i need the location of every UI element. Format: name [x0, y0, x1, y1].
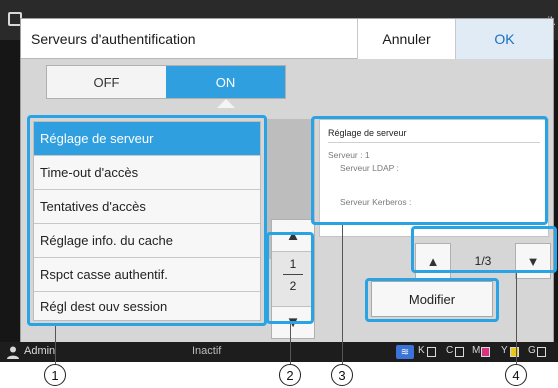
toner-level-y: [510, 347, 519, 357]
dialog-title: Serveurs d'authentification: [31, 31, 196, 47]
status-user: Admin: [24, 345, 56, 357]
toner-level-k: [427, 347, 436, 357]
callout-4: 4: [505, 364, 527, 386]
leader-line-2: [290, 324, 291, 364]
cancel-button[interactable]: Annuler: [357, 19, 455, 59]
ok-button[interactable]: OK: [455, 19, 553, 59]
toner-label-g: G: [528, 345, 536, 356]
leader-line-3: [342, 225, 343, 364]
on-off-toggle: OFF ON: [46, 65, 286, 99]
highlight-info-panel: [311, 116, 548, 225]
user-icon: [7, 346, 19, 359]
toner-label-y: Y: [501, 345, 508, 356]
leader-line-4: [516, 273, 517, 364]
status-bar: Admin Inactif ≋ K C M Y G: [0, 342, 558, 362]
callout-2: 2: [279, 364, 301, 386]
status-state: Inactif: [192, 345, 222, 357]
wifi-icon: ≋: [396, 345, 414, 359]
highlight-modifier-button: [365, 278, 499, 322]
toner-label-m: M: [472, 345, 481, 356]
callout-3: 3: [331, 364, 353, 386]
highlight-list-scroll: [266, 232, 314, 324]
toner-level-m: [481, 347, 490, 357]
callout-1: 1: [44, 364, 66, 386]
leader-line-1: [55, 326, 56, 364]
toggle-off-button[interactable]: OFF: [47, 66, 166, 98]
highlight-pager: [411, 226, 557, 273]
toggle-on-button[interactable]: ON: [166, 66, 285, 98]
toner-level-c: [455, 347, 464, 357]
highlight-menu-list: [27, 115, 267, 326]
toner-label-c: C: [446, 345, 454, 356]
toner-level-g: [537, 347, 546, 357]
dialog-header: Serveurs d'authentification Annuler OK: [21, 19, 553, 59]
toggle-pointer: [217, 99, 235, 108]
toner-label-k: K: [418, 345, 425, 356]
